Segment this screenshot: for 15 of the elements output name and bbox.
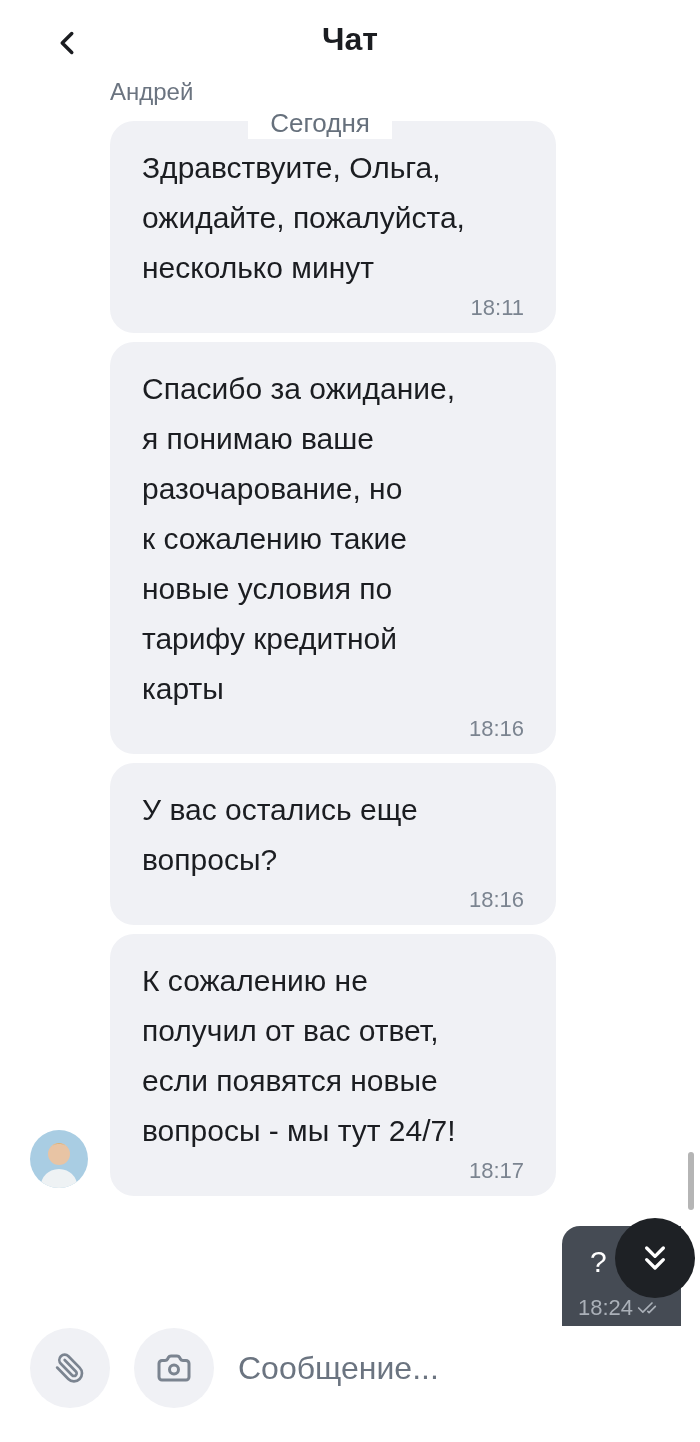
- message-text: ?: [590, 1244, 607, 1280]
- message-text: Спасибо за ожидание, я понимаю ваше разочарование, но к сожалению такие новые условия по тарифу кредитной карты: [142, 371, 457, 707]
- screen-title: Чат: [322, 20, 378, 59]
- message-time: 18:11: [470, 294, 524, 322]
- message-time: 18:16: [468, 715, 524, 743]
- message-time: 18:17: [468, 1157, 524, 1185]
- message-text: Здравствуите, Ольга, ожидайте, пожалуйста, несколько минут: [142, 150, 466, 286]
- message-text: У вас остались еще вопросы?: [142, 792, 419, 878]
- sender-name: Андрей: [110, 78, 194, 105]
- message-text: К сожалению не получил от вас ответ, если появятся новые вопросы - мы тут 24/7!: [142, 963, 457, 1149]
- scrollbar: [688, 1152, 694, 1210]
- message-time: 18:24: [578, 1294, 634, 1322]
- message-input[interactable]: Сообщение...: [238, 1328, 700, 1408]
- paperclip-icon: [54, 1352, 86, 1384]
- message-time: 18:16: [468, 886, 524, 914]
